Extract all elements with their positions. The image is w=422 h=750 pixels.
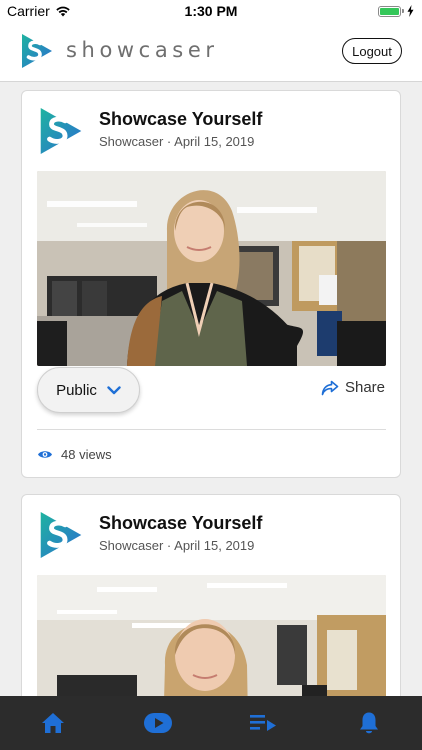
status-bar: Carrier 1:30 PM	[0, 0, 422, 22]
showcaser-avatar-icon	[40, 108, 82, 154]
chevron-down-icon	[107, 385, 121, 394]
status-time: 1:30 PM	[184, 3, 238, 19]
views-label: 48 views	[61, 447, 112, 462]
video-frame-image	[37, 575, 386, 696]
video-post-card: Showcase Yourself Showcaser · April 15, …	[21, 494, 401, 696]
share-button[interactable]: Share	[321, 379, 385, 396]
battery-indicator	[378, 5, 414, 17]
brand-name: showcaser	[66, 38, 219, 62]
privacy-dropdown[interactable]: Public	[37, 367, 140, 413]
battery-icon	[378, 5, 401, 17]
tab-notifications[interactable]	[355, 710, 383, 736]
privacy-label: Public	[56, 381, 97, 399]
home-icon	[42, 713, 64, 733]
video-thumbnail[interactable]	[37, 171, 386, 366]
app-header: showcaser Logout	[0, 22, 422, 82]
logout-button[interactable]: Logout	[342, 38, 402, 64]
post-meta: Showcaser · April 15, 2019	[99, 134, 255, 149]
views-count: 48 views	[37, 447, 112, 462]
tab-home[interactable]	[39, 710, 67, 736]
post-title: Showcase Yourself	[99, 513, 263, 533]
showcaser-avatar-icon	[40, 512, 82, 558]
video-thumbnail[interactable]	[37, 575, 386, 696]
card-divider	[37, 429, 386, 430]
tab-videos[interactable]	[144, 710, 172, 736]
playlist-icon	[250, 715, 276, 731]
bell-icon	[360, 712, 378, 734]
bottom-tab-bar	[0, 696, 422, 750]
post-meta: Showcaser · April 15, 2019	[99, 538, 255, 553]
share-icon	[321, 380, 339, 395]
play-icon	[144, 713, 172, 733]
share-label: Share	[344, 379, 385, 396]
showcaser-logo-icon	[22, 34, 52, 68]
post-title: Showcase Yourself	[99, 109, 263, 129]
eye-icon	[38, 451, 52, 458]
video-feed[interactable]: Showcase Yourself Showcaser · April 15, …	[0, 82, 422, 696]
tab-playlist[interactable]	[249, 710, 277, 736]
video-post-card: Showcase Yourself Showcaser · April 15, …	[21, 90, 401, 478]
video-frame-image	[37, 171, 386, 366]
charging-icon	[407, 5, 414, 17]
